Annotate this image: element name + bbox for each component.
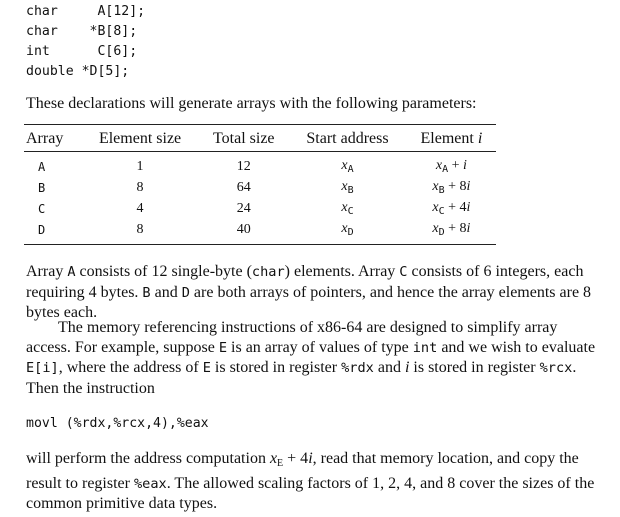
code-line: double *D[5];	[26, 64, 130, 79]
table-row: B 8 64 xB xB + 8i	[24, 177, 496, 198]
paragraph-address-computation: will perform the address computation xE …	[26, 450, 595, 512]
code-line: char *B[8];	[26, 24, 138, 39]
intro-text: These declarations will generate arrays …	[26, 95, 477, 112]
declarations-code: char A[12]; char *B[8]; int C[6]; double…	[26, 2, 145, 82]
cell-element-i: xC + 4i	[432, 200, 471, 217]
cell-element-size: 8	[136, 179, 144, 195]
array-parameters-table: Array Element size Total size Start addr…	[24, 124, 496, 245]
cell-start-address: xC	[341, 200, 354, 217]
cell-start-address: xA	[341, 158, 354, 175]
cell-start-address: xB	[341, 179, 354, 196]
header-element-i: Element i	[406, 124, 496, 152]
cell-element-size: 4	[136, 200, 144, 216]
cell-array: B	[38, 180, 46, 195]
cell-element-size: 8	[80, 219, 200, 245]
cell-total-size: 24	[236, 200, 251, 216]
cell-element-i: xD + 8i	[406, 219, 496, 245]
cell-element-i: xB + 8i	[432, 179, 471, 196]
cell-element-i: xA + i	[435, 158, 467, 175]
cell-total-size: 64	[236, 179, 251, 195]
header-element-size: Element size	[80, 124, 200, 152]
cell-array: D	[24, 219, 81, 245]
table-row: A 1 12 xA xA + i	[24, 152, 496, 178]
header-array: Array	[24, 124, 81, 152]
cell-total-size: 40	[199, 219, 289, 245]
paragraph-array-sizes: Array A consists of 12 single-byte (char…	[26, 263, 592, 321]
cell-start-address: xD	[288, 219, 407, 245]
header-start-address: Start address	[288, 124, 407, 152]
cell-total-size: 12	[236, 158, 251, 174]
cell-element-size: 1	[136, 158, 144, 174]
header-total-size: Total size	[199, 124, 289, 152]
cell-array: C	[38, 201, 46, 216]
code-line: char A[12];	[26, 4, 146, 19]
table-row: D 8 40 xD xD + 8i	[24, 219, 496, 245]
paragraph-memory-referencing: The memory referencing instructions of x…	[26, 319, 596, 397]
table-row: C 4 24 xC xC + 4i	[24, 198, 496, 219]
cell-array: A	[38, 159, 46, 174]
instruction-code: movl (%rdx,%rcx,4),%eax	[26, 416, 209, 431]
table-header-row: Array Element size Total size Start addr…	[24, 124, 496, 152]
code-line: int C[6];	[26, 44, 138, 59]
